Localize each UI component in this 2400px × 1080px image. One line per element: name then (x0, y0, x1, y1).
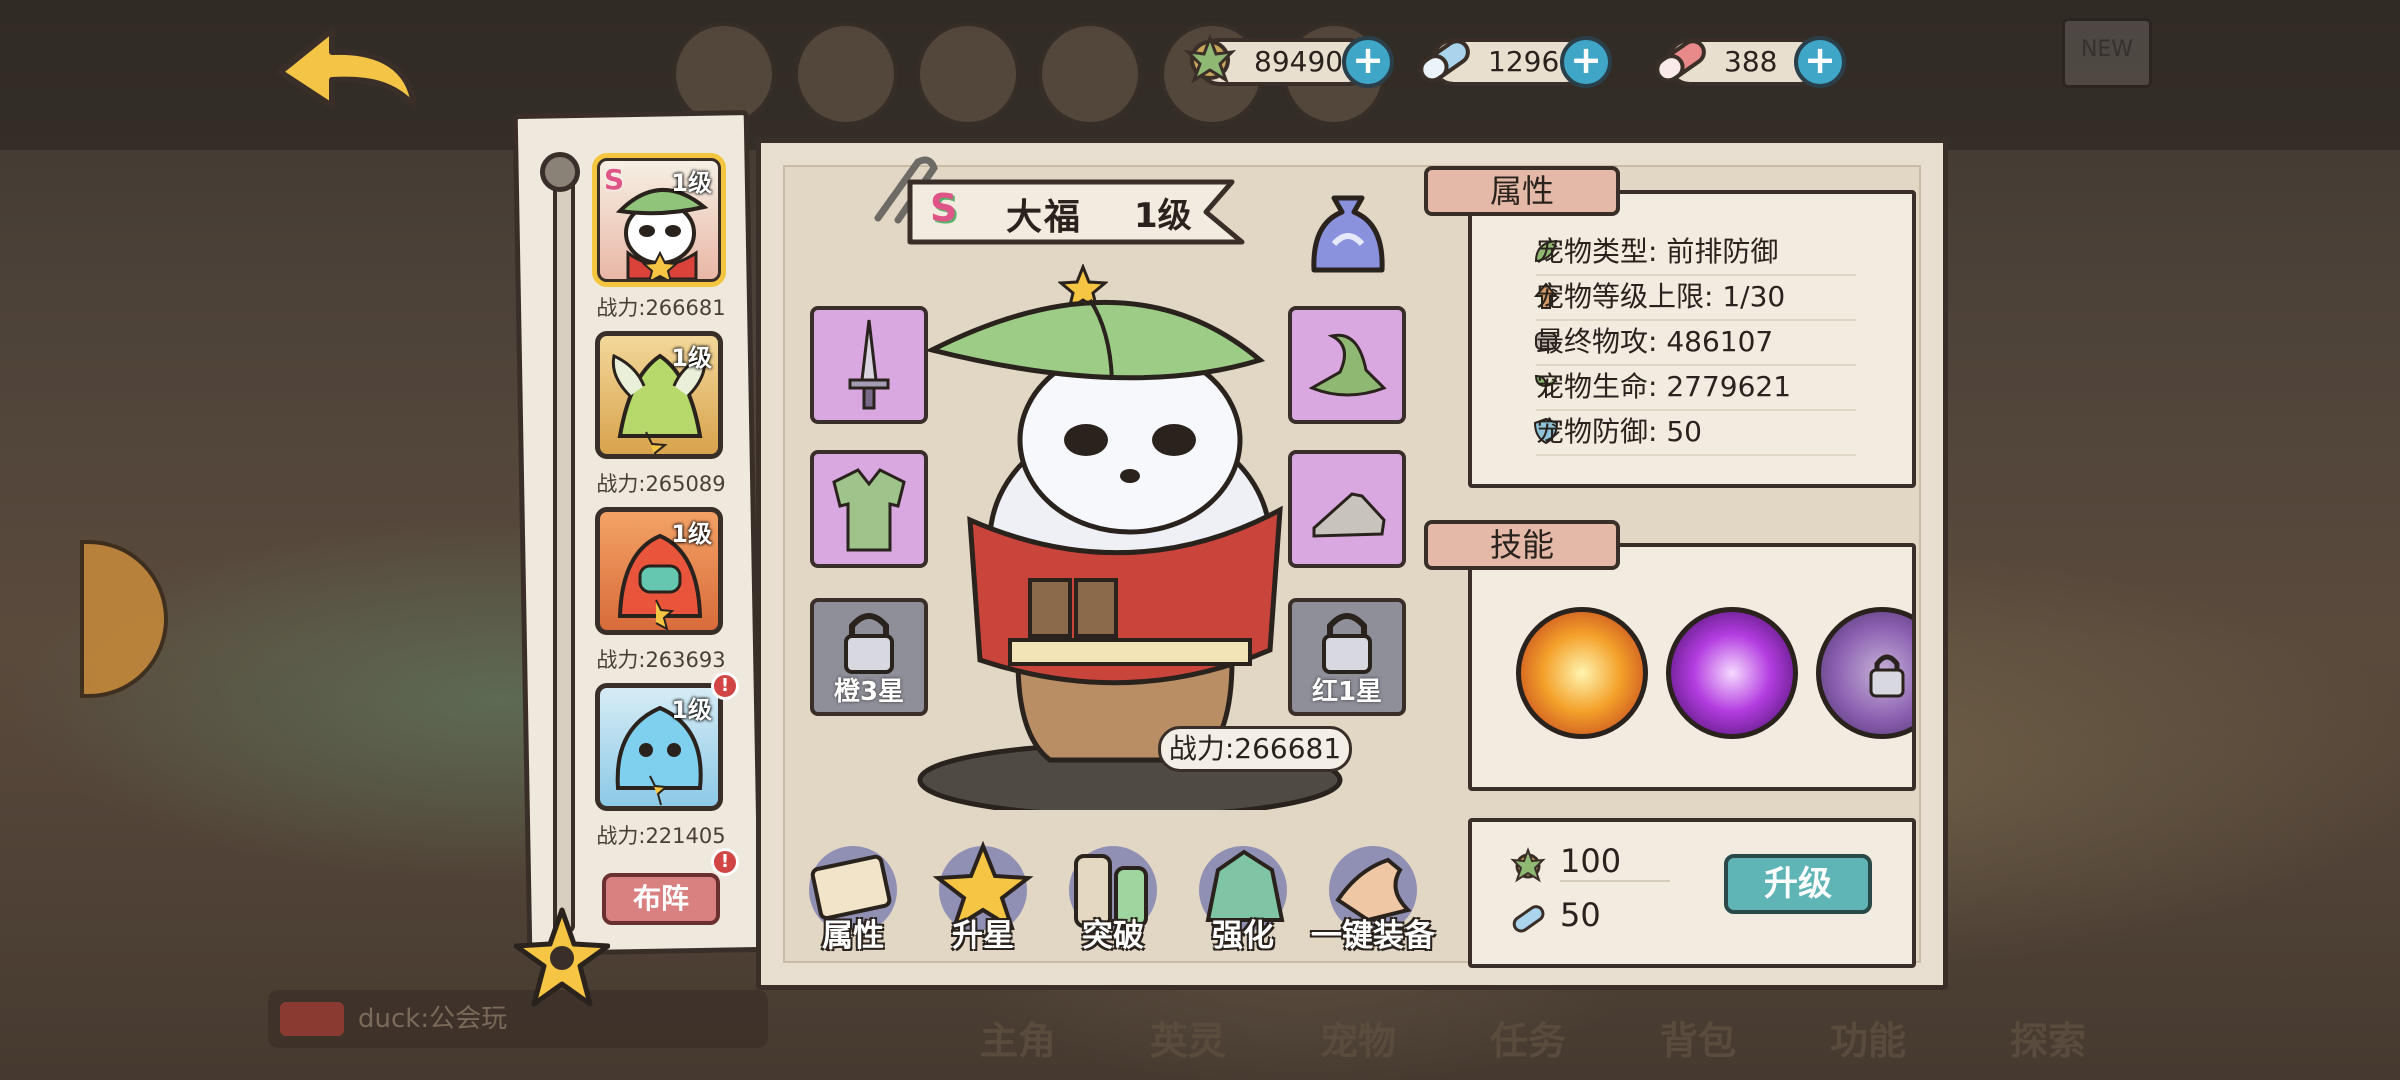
breakthrough-button[interactable]: 突破 (1058, 840, 1168, 954)
pet-power: 战力:265089 (596, 472, 726, 496)
pet-name: 大福 (1006, 197, 1083, 238)
pet-list-item[interactable]: S 1级 (592, 153, 726, 287)
attributes-title: 属性 (1424, 166, 1620, 216)
pet-name-ribbon: S 大福 1级 (906, 176, 1246, 250)
equip-lock-label: 橙3星 (833, 677, 905, 707)
blue-capsule-icon (1419, 39, 1470, 83)
pet-list-item[interactable]: 1级 (595, 683, 723, 811)
pet-level: 1级 (671, 169, 712, 197)
currency-red-capsule: 388 + (1655, 36, 1846, 88)
upgrade-cost-coin: 100 (1560, 842, 1670, 882)
bg-menu-icon (1038, 22, 1142, 126)
pet-level: 1级 (671, 344, 712, 372)
auto-equip-button[interactable]: 一键装备 (1311, 840, 1435, 954)
bg-tab-label: 英灵 (1150, 1019, 1227, 1063)
alert-badge: ! (711, 848, 739, 876)
upgrade-button[interactable]: 升级 (1724, 854, 1872, 914)
add-coin-button[interactable]: + (1342, 36, 1394, 88)
lock-icon (1322, 613, 1372, 674)
skills-title: 技能 (1424, 520, 1620, 570)
bg-menu-icon (916, 22, 1020, 126)
equip-slot-armor[interactable] (810, 450, 928, 568)
bg-tab-label: 主角 (980, 1019, 1057, 1063)
attr-pet-type: 宠物类型: 前排防御 (1536, 230, 1856, 276)
skill-fire-slash[interactable] (1516, 607, 1648, 739)
lock-icon (844, 613, 894, 674)
pet-grade: S (604, 163, 625, 196)
blue-capsule-icon (1512, 905, 1545, 933)
action-label: 一键装备 (1311, 918, 1435, 954)
shoe-icon (1312, 492, 1386, 538)
pet-bag-icon[interactable] (1308, 192, 1388, 276)
pet-level: 1级 (671, 520, 712, 548)
pet-power: 战力:221405 (596, 824, 726, 848)
chat-text: duck:公会玩 (358, 1004, 508, 1034)
pet-power-tag: 战力:266681 (1158, 726, 1352, 772)
attributes-tab-button[interactable]: 属性 (798, 840, 908, 954)
pet-level-label: 1级 (1134, 196, 1192, 236)
equip-slot-locked[interactable]: 橙3星 (810, 598, 928, 716)
pet-list-item[interactable]: 1级 (595, 331, 723, 459)
pet-grade-badge: S (930, 186, 958, 230)
currency-blue-capsule: 12963k + (1419, 36, 1612, 88)
star-up-button[interactable]: 升星 (928, 840, 1038, 954)
currency-coin: 894907 + (1183, 33, 1394, 88)
list-scrollbar[interactable] (553, 165, 575, 933)
chat-channel-tag (280, 1002, 344, 1036)
coin-flower-icon (1510, 847, 1546, 883)
skill-purple-burst[interactable] (1666, 607, 1798, 739)
equip-slot-hat[interactable] (1288, 306, 1406, 424)
red-capsule-icon (1655, 39, 1706, 83)
skills-box (1468, 543, 1916, 791)
witch-hat-icon (1308, 333, 1387, 397)
star-decoration-icon (514, 907, 610, 1007)
currency-blue-value: 12963k (1488, 45, 1594, 78)
lock-icon (1869, 654, 1905, 698)
attr-defense: 宠物防御: 50 (1536, 410, 1856, 456)
bg-tab-label: 宠物 (1320, 1019, 1397, 1063)
pet-level: 1级 (671, 696, 712, 724)
bg-tab-label: 探索 (2010, 1019, 2087, 1063)
bg-tab-label: 背包 (1660, 1019, 1737, 1063)
sword-icon (848, 319, 890, 410)
new-badge: NEW (2062, 18, 2152, 88)
equip-slot-weapon[interactable] (810, 306, 928, 424)
equip-slot-locked[interactable]: 红1星 (1288, 598, 1406, 716)
upgrade-cost-capsule: 50 (1560, 896, 1601, 934)
currency-coin-value: 894907 (1254, 45, 1361, 78)
add-red-capsule-button[interactable]: + (1794, 36, 1846, 88)
robe-icon (832, 468, 906, 552)
formation-button[interactable]: 布阵 (602, 873, 720, 925)
bg-menu-icon (794, 22, 898, 126)
coin-flower-icon (1183, 33, 1237, 84)
attr-level-cap: 宠物等级上限: 1/30 (1536, 275, 1856, 321)
bg-tab-label: 功能 (1830, 1019, 1907, 1063)
alert-badge: ! (711, 672, 739, 700)
equip-slot-boots[interactable] (1288, 450, 1406, 568)
back-arrow-icon[interactable] (270, 20, 420, 130)
pet-power: 战力:266681 (596, 296, 726, 320)
add-blue-capsule-button[interactable]: + (1560, 36, 1612, 88)
currency-red-value: 388 (1724, 45, 1778, 78)
attr-attack: 最终物攻: 486107 (1536, 320, 1856, 366)
pet-power: 战力:263693 (596, 648, 726, 672)
bg-tab-label: 任务 (1490, 1019, 1567, 1063)
pet-list-item[interactable]: 1级 (595, 507, 723, 635)
attr-hp: 宠物生命: 2779621 (1536, 365, 1856, 411)
list-scroll-knob[interactable] (540, 152, 580, 192)
equip-lock-label: 红1星 (1311, 677, 1383, 707)
skill-locked[interactable] (1816, 607, 1912, 739)
enhance-button[interactable]: 强化 (1188, 840, 1298, 954)
